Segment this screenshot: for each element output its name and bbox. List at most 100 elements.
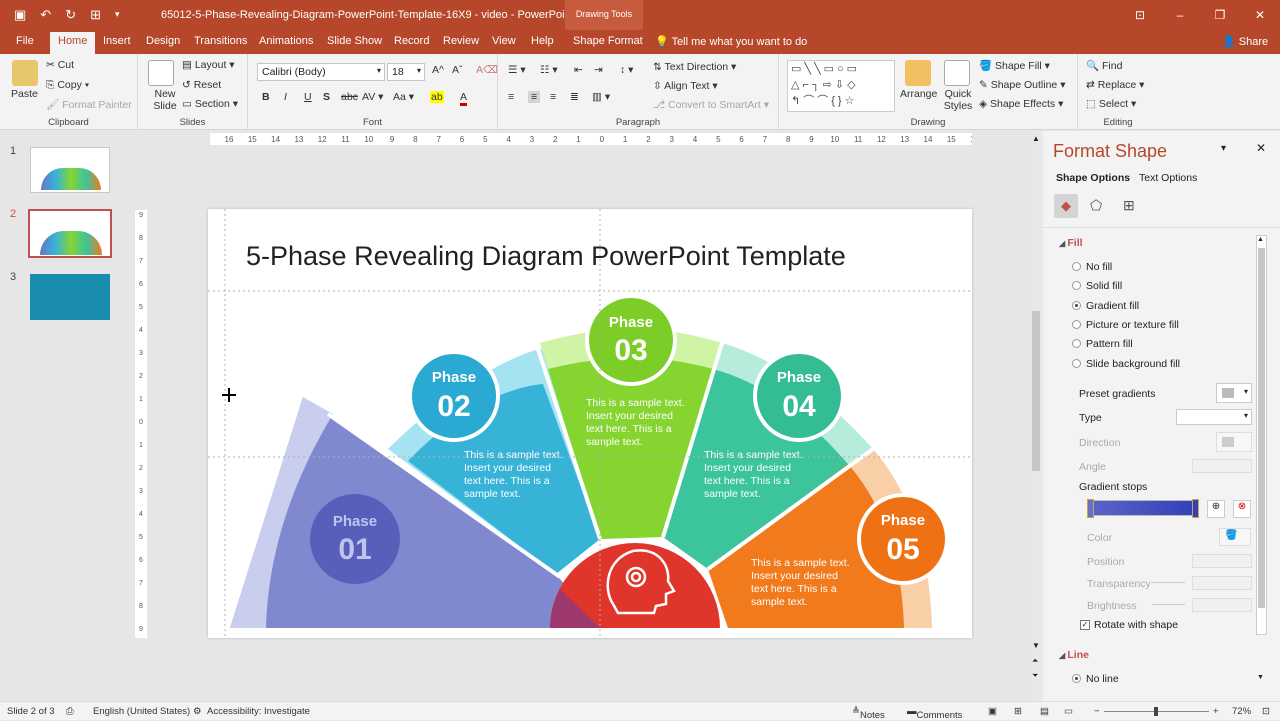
remove-stop-icon[interactable]: ⊗ bbox=[1233, 500, 1251, 518]
new-slide-button[interactable]: New Slide bbox=[150, 88, 180, 112]
slide-bg-fill-radio[interactable] bbox=[1072, 359, 1081, 368]
phase-diagram[interactable]: Phase 01 Phase 02 Phase 03 Phase 04 Phas… bbox=[208, 209, 972, 638]
tab-shape-options[interactable]: Shape Options bbox=[1056, 172, 1130, 184]
arrange-icon[interactable] bbox=[905, 60, 931, 86]
undo-icon[interactable]: ↶ bbox=[40, 7, 51, 23]
font-color-icon[interactable]: A bbox=[460, 91, 468, 106]
align-right-icon[interactable]: ≡ bbox=[550, 91, 556, 103]
zoom-level[interactable]: 72% bbox=[1232, 706, 1251, 717]
slide-sorter-icon[interactable]: ⊞ bbox=[1014, 706, 1022, 717]
highlight-icon[interactable]: ab bbox=[430, 91, 444, 103]
pattern-fill-radio[interactable] bbox=[1072, 339, 1081, 348]
slide[interactable]: 5-Phase Revealing Diagram PowerPoint Tem… bbox=[208, 209, 972, 638]
reset-button[interactable]: ↺ Reset bbox=[182, 79, 221, 91]
thumbnail-slide-2[interactable] bbox=[28, 209, 112, 258]
cut-button[interactable]: ✂ Cut bbox=[46, 59, 74, 71]
pane-scrollbar[interactable]: ▲ bbox=[1256, 235, 1267, 635]
tab-review[interactable]: Review bbox=[443, 35, 479, 47]
minimize-button[interactable]: – bbox=[1160, 0, 1200, 30]
no-line-radio[interactable] bbox=[1072, 674, 1081, 683]
redo-icon[interactable]: ↻ bbox=[65, 7, 76, 23]
layout-button[interactable]: ▤ Layout ▾ bbox=[182, 59, 235, 71]
gradient-fill-radio[interactable] bbox=[1072, 301, 1081, 310]
preset-gradients-dropdown[interactable]: ▾ bbox=[1216, 383, 1252, 403]
present-icon[interactable]: ⊞ bbox=[90, 7, 101, 23]
phase-01-circle[interactable]: Phase 01 bbox=[310, 494, 400, 584]
line-section-header[interactable]: ◢ Line bbox=[1059, 649, 1089, 661]
bullets-icon[interactable]: ☰ ▾ bbox=[508, 64, 526, 76]
section-button[interactable]: ▭ Section ▾ bbox=[182, 98, 238, 110]
tab-shape-format[interactable]: Shape Format bbox=[573, 35, 643, 47]
strikethrough-icon[interactable]: abc bbox=[341, 91, 358, 103]
underline-icon[interactable]: U bbox=[304, 91, 312, 103]
effects-icon[interactable]: ⬠ bbox=[1090, 197, 1102, 214]
fill-line-icon[interactable]: ◆ bbox=[1054, 194, 1078, 218]
line-spacing-icon[interactable]: ↕ ▾ bbox=[620, 64, 633, 76]
tab-insert[interactable]: Insert bbox=[103, 35, 131, 47]
scroll-down-icon[interactable]: ▼ bbox=[1032, 641, 1040, 650]
gradient-stops-bar[interactable] bbox=[1087, 499, 1199, 518]
font-size-combo[interactable]: 18 ▾ bbox=[387, 63, 425, 81]
ribbon-display-button[interactable]: ⊡ bbox=[1120, 0, 1160, 30]
solid-fill-radio[interactable] bbox=[1072, 281, 1081, 290]
rotate-checkbox[interactable]: ✓ bbox=[1080, 620, 1090, 630]
phase-03-circle[interactable]: Phase 03 bbox=[585, 294, 677, 386]
pane-scroll-down-icon[interactable]: ▼ bbox=[1257, 674, 1264, 681]
brightness-field[interactable] bbox=[1192, 598, 1252, 612]
text-direction-button[interactable]: ⇅ Text Direction ▾ bbox=[653, 61, 736, 73]
copy-button[interactable]: ⎘ Copy ▾ bbox=[46, 79, 89, 92]
align-text-button[interactable]: ⇳ Align Text ▾ bbox=[653, 80, 718, 92]
columns-icon[interactable]: ▥ ▾ bbox=[592, 91, 610, 103]
align-center-icon[interactable]: ≡ bbox=[528, 91, 541, 103]
pane-close-icon[interactable]: ✕ bbox=[1256, 141, 1266, 155]
grow-font-icon[interactable]: A^ bbox=[432, 64, 444, 76]
shapes-gallery[interactable]: ▭╲╲▭○▭ △⌐┐⇨⇩◇ ↰⌒⌒{}☆ bbox=[787, 60, 895, 112]
shadow-icon[interactable]: S bbox=[323, 91, 330, 103]
fill-section-header[interactable]: ◢ Fill bbox=[1059, 237, 1083, 249]
save-icon[interactable]: ▣ bbox=[14, 7, 26, 23]
paste-icon[interactable] bbox=[12, 60, 38, 86]
fit-to-window-icon[interactable]: ⊡ bbox=[1262, 706, 1270, 717]
decrease-indent-icon[interactable]: ⇤ bbox=[574, 64, 583, 76]
select-button[interactable]: ⬚ Select ▾ bbox=[1086, 98, 1136, 110]
quick-styles-button[interactable]: Quick Styles bbox=[942, 88, 974, 112]
convert-smartart-button[interactable]: ⎇ Convert to SmartArt ▾ bbox=[653, 99, 769, 111]
vertical-scrollbar[interactable]: ▲ ▼ ⏶ ⏷ bbox=[1030, 131, 1043, 701]
close-button[interactable]: ✕ bbox=[1240, 0, 1280, 30]
add-stop-icon[interactable]: ⊕ bbox=[1207, 500, 1225, 518]
gradient-stop-handle[interactable] bbox=[1087, 499, 1094, 518]
no-fill-radio[interactable] bbox=[1072, 262, 1081, 271]
thumbnail-slide-1[interactable] bbox=[30, 147, 110, 193]
tab-text-options[interactable]: Text Options bbox=[1139, 172, 1197, 184]
bold-icon[interactable]: B bbox=[262, 91, 270, 103]
gradient-stop-handle[interactable] bbox=[1192, 499, 1199, 518]
brightness-slider[interactable] bbox=[1152, 604, 1185, 605]
transparency-slider[interactable] bbox=[1152, 582, 1185, 583]
shape-effects-button[interactable]: ◈ Shape Effects ▾ bbox=[979, 98, 1063, 110]
tab-slide-show[interactable]: Slide Show bbox=[327, 35, 382, 47]
zoom-out-icon[interactable]: − bbox=[1094, 706, 1100, 717]
arrange-button[interactable]: Arrange bbox=[900, 88, 937, 100]
customize-qat-icon[interactable]: ▾ bbox=[115, 7, 120, 23]
shrink-font-icon[interactable]: Aˇ bbox=[452, 64, 463, 76]
char-spacing-icon[interactable]: AV ▾ bbox=[362, 91, 383, 103]
spell-check-icon[interactable]: ⎙ bbox=[66, 706, 74, 717]
slideshow-view-icon[interactable]: ▭ bbox=[1064, 706, 1073, 717]
restore-button[interactable]: ❐ bbox=[1200, 0, 1240, 30]
pane-options-icon[interactable]: ▾ bbox=[1221, 143, 1226, 154]
tab-view[interactable]: View bbox=[492, 35, 516, 47]
find-button[interactable]: 🔍 Find bbox=[1086, 59, 1122, 72]
tab-record[interactable]: Record bbox=[394, 35, 429, 47]
zoom-in-icon[interactable]: + bbox=[1213, 706, 1219, 717]
angle-field[interactable] bbox=[1192, 459, 1252, 473]
phase-04-circle[interactable]: Phase 04 bbox=[753, 350, 845, 442]
scroll-up-icon[interactable]: ▲ bbox=[1032, 134, 1040, 143]
quick-styles-icon[interactable] bbox=[944, 60, 970, 86]
shape-fill-button[interactable]: 🪣 Shape Fill ▾ bbox=[979, 59, 1050, 72]
clear-formatting-icon[interactable]: A⌫ bbox=[476, 64, 498, 76]
color-picker-button[interactable]: 🪣 bbox=[1219, 528, 1251, 546]
comments-button[interactable]: ▬ Comments bbox=[907, 706, 962, 721]
thumbnail-slide-3[interactable] bbox=[30, 274, 110, 320]
font-name-combo[interactable]: Calibri (Body) ▾ bbox=[257, 63, 385, 81]
scroll-thumb[interactable] bbox=[1032, 311, 1040, 471]
